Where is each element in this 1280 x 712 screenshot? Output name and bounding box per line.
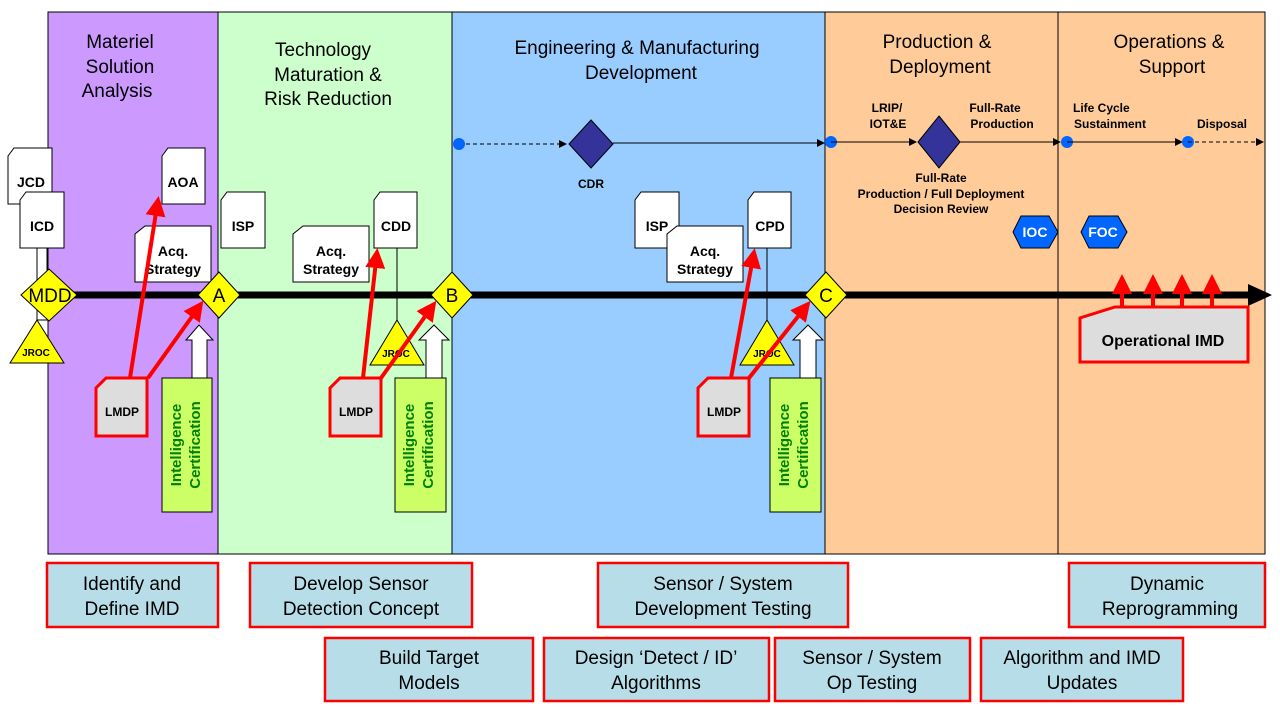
foc-label: FOC <box>1088 224 1118 240</box>
milestone-c-label: C <box>819 286 833 307</box>
cdr-label: CDR <box>578 177 604 191</box>
icd-label: ICD <box>30 218 54 234</box>
isp-label: ISP <box>232 218 255 234</box>
jroc-label: JROC <box>22 348 50 359</box>
phase-os <box>1057 11 1266 555</box>
milestone-a-label: A <box>213 286 226 307</box>
phase-emd <box>451 11 826 555</box>
phase-pd <box>824 11 1059 555</box>
operational-imd-label: Operational IMD <box>1102 333 1225 350</box>
disposal-label: Disposal <box>1197 117 1247 131</box>
acquisition-lifecycle-diagram: Materiel Solution Analysis Technology Matur… <box>7 11 1272 703</box>
status-dot <box>453 138 465 150</box>
phase-title: Materiel Solution Analysis <box>82 32 155 102</box>
milestone-b-label: B <box>446 286 459 307</box>
ioc-label: IOC <box>1023 224 1048 240</box>
phase-columns <box>47 11 1266 555</box>
cdd-label: CDD <box>381 218 411 234</box>
aoa-label: AOA <box>167 174 198 190</box>
lmdp-label: LMDP <box>105 405 139 419</box>
lmdp-label: LMDP <box>707 405 741 419</box>
cpd-label: CPD <box>755 218 785 234</box>
isp-label: ISP <box>646 218 669 234</box>
lmdp-label: LMDP <box>339 405 373 419</box>
mdd-label: MDD <box>28 286 71 307</box>
jcd-label: JCD <box>17 174 45 190</box>
